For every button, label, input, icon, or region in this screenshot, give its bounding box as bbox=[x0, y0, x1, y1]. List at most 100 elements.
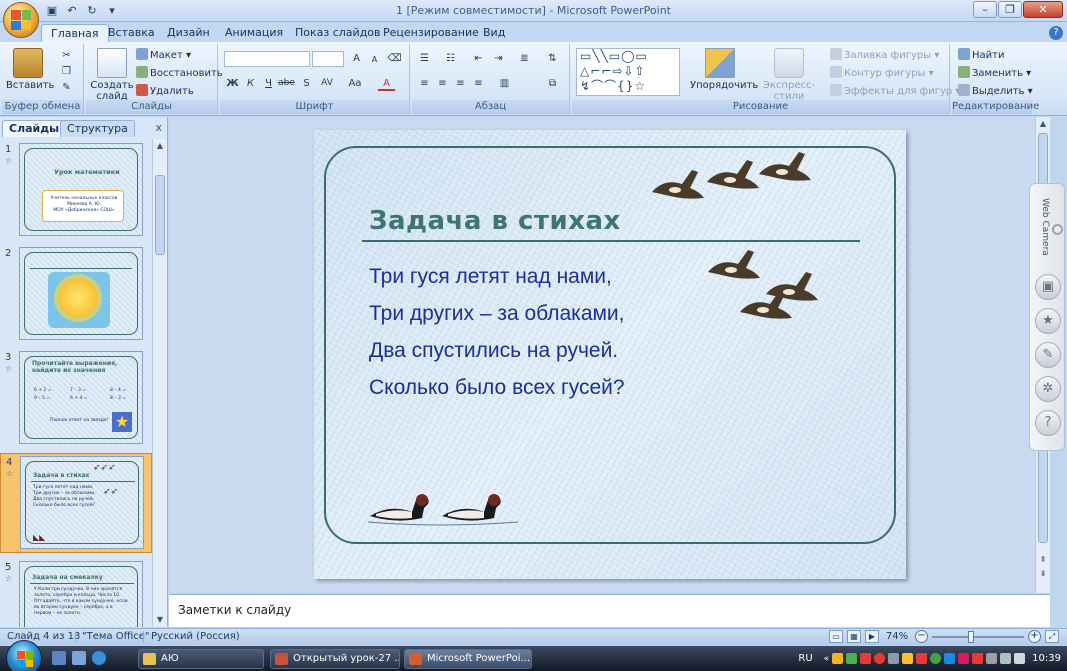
office-button[interactable] bbox=[3, 2, 39, 38]
font-name-input[interactable] bbox=[224, 51, 310, 67]
close-pane-icon[interactable]: x bbox=[155, 121, 162, 134]
bullets-icon[interactable]: ☰ bbox=[416, 51, 433, 66]
shadow-button[interactable]: S bbox=[298, 76, 315, 91]
normal-view-icon[interactable]: ▭ bbox=[829, 630, 843, 643]
reset-button[interactable]: Восстановить bbox=[136, 66, 223, 81]
prev-slide-icon[interactable]: ⇞ bbox=[1036, 553, 1050, 567]
text-direction-icon[interactable]: ⇅ bbox=[544, 51, 561, 66]
tray-app-icon[interactable] bbox=[902, 653, 914, 664]
tray-app-icon[interactable] bbox=[888, 653, 900, 664]
tab-view[interactable]: Вид bbox=[474, 24, 514, 42]
align-left-icon[interactable]: ≡ bbox=[416, 76, 433, 91]
slide[interactable]: Задача в стихах Три гуся летят над нами,… bbox=[314, 130, 906, 579]
taskbar-item-powerpoint[interactable]: Microsoft PowerPoi... bbox=[404, 649, 532, 669]
select-button[interactable]: Выделить ▾ bbox=[958, 84, 1033, 99]
scroll-up-icon[interactable]: ▲ bbox=[153, 139, 167, 153]
maximize-button[interactable]: ❐ bbox=[998, 1, 1022, 18]
columns-icon[interactable]: ▥ bbox=[496, 76, 513, 91]
new-slide-button[interactable]: Создать слайд bbox=[90, 48, 134, 102]
tray-app-icon[interactable] bbox=[944, 653, 956, 664]
slide-title[interactable]: Задача в стихах bbox=[369, 206, 621, 236]
screen-icon[interactable]: ▣ bbox=[1035, 274, 1061, 300]
tray-app-icon[interactable] bbox=[986, 653, 998, 664]
next-slide-icon[interactable]: ⇟ bbox=[1036, 567, 1050, 581]
italic-button[interactable]: К bbox=[242, 76, 259, 91]
tab-slides[interactable]: Слайды bbox=[2, 120, 67, 137]
tray-app-icon[interactable] bbox=[958, 653, 970, 664]
star-icon[interactable]: ★ bbox=[1035, 308, 1061, 334]
replace-button[interactable]: Заменить ▾ bbox=[958, 66, 1031, 81]
help-circle-icon[interactable]: ? bbox=[1035, 410, 1061, 436]
taskbar-item-document[interactable]: Открытый урок-27 ... bbox=[270, 649, 400, 669]
change-case-button[interactable]: Aa bbox=[344, 76, 366, 91]
decrease-indent-icon[interactable]: ⇤ bbox=[470, 51, 487, 66]
tab-insert[interactable]: Вставка bbox=[99, 24, 164, 42]
slide-thumbnail-5[interactable]: 5 ☆ Задача на смекалку У Коли три сундуч… bbox=[0, 559, 152, 627]
show-desktop-icon[interactable] bbox=[52, 651, 66, 665]
tray-app-icon[interactable] bbox=[874, 653, 886, 664]
tray-app-icon[interactable] bbox=[972, 653, 984, 664]
format-painter-icon[interactable]: ✎ bbox=[58, 80, 75, 95]
paste-button[interactable]: Вставить bbox=[6, 48, 54, 91]
zoom-in-icon[interactable]: + bbox=[1028, 630, 1041, 643]
underline-button[interactable]: Ч bbox=[260, 76, 277, 91]
font-size-input[interactable] bbox=[312, 51, 344, 67]
switch-windows-icon[interactable] bbox=[72, 651, 86, 665]
tab-outline[interactable]: Структура bbox=[60, 120, 135, 137]
shape-outline-button[interactable]: Контур фигуры ▾ bbox=[830, 66, 934, 81]
slide-sorter-icon[interactable]: ▦ bbox=[847, 630, 861, 643]
slide-thumbnail-4[interactable]: 4 ☆ Задача в стихах Три гуся летят над н… bbox=[0, 453, 152, 553]
spacing-button[interactable]: AV bbox=[316, 76, 338, 91]
tray-app-icon[interactable] bbox=[860, 653, 872, 664]
shape-effects-button[interactable]: Эффекты для фигур ▾ bbox=[830, 84, 960, 99]
pencil-icon[interactable]: ✎ bbox=[1035, 342, 1061, 368]
shapes-gallery[interactable]: ▭╲╲▭◯▭ △⌐⌐⇨⇩⇧ ↯⌒⌒{}☆ bbox=[576, 48, 680, 96]
help-icon[interactable]: ? bbox=[1049, 26, 1063, 40]
numbering-icon[interactable]: ☷ bbox=[442, 51, 459, 66]
slide-thumbnail-3[interactable]: 3 ☆ Прочитайте выражения, найдите их зна… bbox=[0, 349, 152, 447]
notes-pane[interactable]: Заметки к слайду bbox=[169, 594, 1050, 627]
delete-slide-button[interactable]: Удалить bbox=[136, 84, 194, 99]
justify-icon[interactable]: ≡ bbox=[470, 76, 487, 91]
wrench-icon[interactable]: ✲ bbox=[1035, 376, 1061, 402]
align-center-icon[interactable]: ≡ bbox=[434, 76, 451, 91]
tray-app-icon[interactable] bbox=[916, 653, 928, 664]
zoom-slider-handle[interactable] bbox=[968, 630, 974, 643]
clear-format-icon[interactable]: ⌫ bbox=[386, 51, 403, 66]
arrange-button[interactable]: Упорядочить bbox=[690, 48, 758, 91]
close-button[interactable]: ✕ bbox=[1023, 1, 1063, 18]
volume-icon[interactable] bbox=[1014, 653, 1026, 664]
layout-button[interactable]: Макет ▾ bbox=[136, 48, 191, 63]
tab-animation[interactable]: Анимация bbox=[216, 24, 292, 42]
tray-expand-icon[interactable]: « bbox=[824, 654, 830, 664]
minimize-button[interactable]: – bbox=[973, 1, 997, 18]
scroll-down-icon[interactable]: ▼ bbox=[153, 613, 167, 627]
tray-app-icon[interactable] bbox=[832, 653, 844, 664]
scroll-up-icon[interactable]: ▲ bbox=[1036, 117, 1050, 131]
find-button[interactable]: Найти bbox=[958, 48, 1004, 63]
grow-font-icon[interactable]: A bbox=[348, 51, 365, 66]
cut-icon[interactable]: ✂ bbox=[58, 48, 75, 63]
taskbar-item-folder[interactable]: АЮ bbox=[138, 649, 264, 669]
network-icon[interactable] bbox=[1000, 653, 1012, 664]
strikethrough-button[interactable]: abe bbox=[278, 76, 295, 91]
slideshow-icon[interactable]: ▶ bbox=[865, 630, 879, 643]
theme-name[interactable]: "Тема Office" bbox=[82, 631, 150, 642]
align-right-icon[interactable]: ≡ bbox=[452, 76, 469, 91]
zoom-slider[interactable] bbox=[932, 630, 1024, 643]
tab-design[interactable]: Дизайн bbox=[158, 24, 219, 42]
slide-thumbnail-1[interactable]: 1 ☆ Урок математики Учитель начальных кл… bbox=[0, 141, 152, 239]
slide-body[interactable]: Три гуся летят над нами, Три других – за… bbox=[369, 258, 625, 406]
smartart-icon[interactable]: ⧉ bbox=[544, 76, 561, 91]
bold-button[interactable]: Ж bbox=[224, 76, 241, 91]
language-indicator[interactable]: RU bbox=[798, 653, 812, 664]
tray-app-icon[interactable] bbox=[930, 653, 942, 664]
shape-fill-button[interactable]: Заливка фигуры ▾ bbox=[830, 48, 939, 63]
font-color-button[interactable]: A bbox=[378, 76, 395, 91]
start-button[interactable] bbox=[6, 640, 42, 671]
slide-thumbnail-2[interactable]: 2 bbox=[0, 245, 152, 343]
copy-icon[interactable]: ❐ bbox=[58, 64, 75, 79]
thumbnails-scrollbar[interactable]: ▲ ▼ bbox=[152, 139, 167, 627]
tray-app-icon[interactable] bbox=[846, 653, 858, 664]
zoom-out-icon[interactable]: − bbox=[915, 630, 928, 643]
